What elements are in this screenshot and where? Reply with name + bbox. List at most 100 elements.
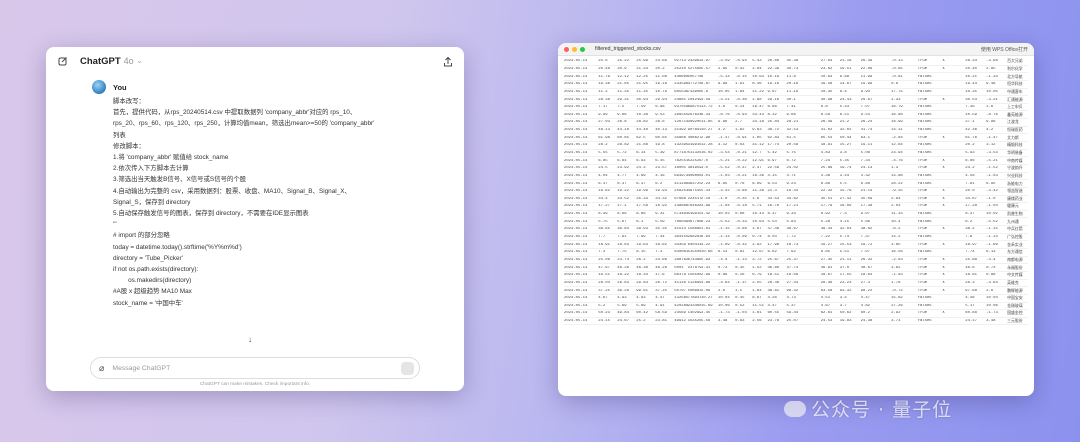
table-cell: 12.67 <box>752 250 764 255</box>
table-cell: X <box>942 227 945 232</box>
table-row: 2024-05-14 5.55 5.72 6.14 5.39 87718751132622… <box>564 150 1028 158</box>
table-cell: 766049 <box>674 219 688 224</box>
table-cell: 4.32 <box>860 173 870 178</box>
table-cell: -6.2 <box>891 227 901 232</box>
table-cell: 224517203.0 <box>687 196 701 201</box>
table-cell: 0.88 <box>718 273 728 278</box>
table-cell: 93.32 <box>839 288 852 293</box>
table-cell: 0.16 <box>735 273 745 278</box>
scroll-down-icon[interactable]: ↓ <box>248 335 252 344</box>
table-cell: 46.26 <box>617 265 629 270</box>
table-cell: S <box>929 151 932 155</box>
table-cell: 3.89 <box>700 204 711 209</box>
table-cell: 11.99 <box>860 74 873 79</box>
table-cell: False <box>917 303 930 308</box>
sender-name: You <box>113 82 127 92</box>
table-cell: 22.86 <box>860 66 873 71</box>
send-button[interactable] <box>401 362 414 375</box>
table-cell: 25.88 <box>965 257 977 262</box>
table-cell: 48.6 <box>965 265 975 270</box>
table-cell: 59.44 <box>786 311 799 316</box>
table-cell: -0.68 <box>735 189 747 194</box>
table-cell: -1.04 <box>735 311 747 316</box>
table-cell: 0.52 <box>735 303 745 308</box>
table-cell: -1.69 <box>718 242 730 247</box>
table-cell: 62.83 <box>767 135 780 140</box>
table-cell: 4.47 <box>767 303 777 308</box>
table-cell: 381959767.0 <box>687 166 701 171</box>
table-cell: 10.35 <box>820 89 833 94</box>
message-line: 5.自动保存触发信号的图表，保存到 directory，不需要在IDE显示图表 <box>113 210 309 218</box>
table-cell: 北方导航 <box>1007 75 1023 80</box>
table-cell: 18.99 <box>891 120 903 125</box>
table-cell: 28.82 <box>617 143 629 148</box>
table-cell: 58.59 <box>655 311 667 316</box>
table-cell: 0.81 <box>735 250 745 255</box>
table-cell: -1.0 <box>718 196 728 201</box>
table-cell: 3.4 <box>839 296 847 301</box>
table-row: 2024-05-14 47.67 46.26 46.38 46.28 5001237879… <box>564 264 1028 272</box>
table-cell: 23.92 <box>617 166 629 171</box>
table-cell: 6.2 <box>965 219 973 224</box>
table-cell: 233596 <box>674 82 688 87</box>
message-input-bar[interactable]: ⌀ Message ChatGPT <box>90 357 420 379</box>
table-cell: 2024-05-14 <box>564 242 588 247</box>
message-input[interactable]: Message ChatGPT <box>112 365 170 372</box>
table-cell: False <box>917 128 930 133</box>
table-cell: 4.31 <box>700 265 711 270</box>
open-with-wps-button[interactable]: 使用 WPS Office打开 <box>981 46 1028 53</box>
table-cell: S <box>929 105 932 110</box>
table-cell: 精锻科技 <box>1007 144 1023 149</box>
table-cell: 10.02 <box>986 212 998 217</box>
table-cell: 3.48 <box>718 319 728 324</box>
table-cell: 11.38 <box>752 189 764 194</box>
table-cell: False <box>917 250 930 255</box>
table-cell: 4.97 <box>700 59 711 64</box>
table-cell: 16.79 <box>891 105 903 110</box>
table-cell: 33.43 <box>752 112 764 117</box>
table-row: 2024-05-14 38.65 36.84 39.93 35.35 41514 15868… <box>564 226 1028 234</box>
table-cell: 2024-05-14 <box>564 265 588 270</box>
table-cell: 19.67 <box>820 273 833 278</box>
table-cell: 4.09 <box>700 288 711 293</box>
chat-header: ChatGPT 4o ⌄ <box>46 47 464 75</box>
table-cell: 5.35 <box>839 158 850 163</box>
share-icon[interactable] <box>442 55 454 67</box>
table-cell: S <box>929 219 932 224</box>
chatgpt-window: ChatGPT 4o ⌄ You 脚本改写： 首先，提供代码，从rps_20240… <box>46 47 464 391</box>
table-cell: 12.25 <box>636 74 648 79</box>
close-icon[interactable] <box>564 46 569 52</box>
table-cell: False <box>917 235 930 240</box>
table-cell: 505778861 <box>687 74 701 79</box>
table-cell: True <box>917 166 928 171</box>
table-cell: 7.34 <box>860 158 870 163</box>
table-cell: 6.2 <box>655 181 663 186</box>
table-cell: 12.28 <box>700 143 713 148</box>
table-cell: 17.27 <box>598 204 610 209</box>
table-cell: 8.37 <box>965 212 975 217</box>
new-chat-icon[interactable] <box>56 54 70 68</box>
watermark-text: 公众号 · 量子位 <box>811 399 953 421</box>
table-cell: X <box>942 66 945 71</box>
table-cell: 20.48 <box>598 66 610 71</box>
table-cell: -1.73 <box>986 311 998 316</box>
table-cell: 17.79 <box>820 204 833 209</box>
minimize-icon[interactable] <box>572 46 577 52</box>
zoom-icon[interactable] <box>580 46 585 52</box>
table-row: 2024-05-14 50.23 49.84 60.42 58.59 23569 14029… <box>564 310 1028 318</box>
table-cell: 62.61 <box>820 311 833 316</box>
table-cell: -3.54 <box>718 151 730 155</box>
table-cell: 1.6 <box>752 196 760 201</box>
table-cell: 99.61 <box>636 288 648 293</box>
table-row: 2024-05-14 7.17 7.5 7.59 6.98 937018698751240… <box>564 104 1028 112</box>
chevron-down-icon[interactable]: ⌄ <box>137 57 143 65</box>
table-cell: 永福股份 <box>1007 266 1023 271</box>
table-cell: 康缘药业 <box>1007 197 1023 202</box>
table-cell: -1.93 <box>891 273 903 278</box>
table-cell: 2024-05-14 <box>564 288 588 293</box>
table-cell: 60.65 <box>655 135 667 140</box>
table-cell: 2024-05-14 <box>564 66 588 71</box>
table-cell: 16.02 <box>700 151 713 155</box>
attach-icon[interactable]: ⌀ <box>99 363 104 374</box>
model-selector[interactable]: 4o <box>124 56 134 66</box>
